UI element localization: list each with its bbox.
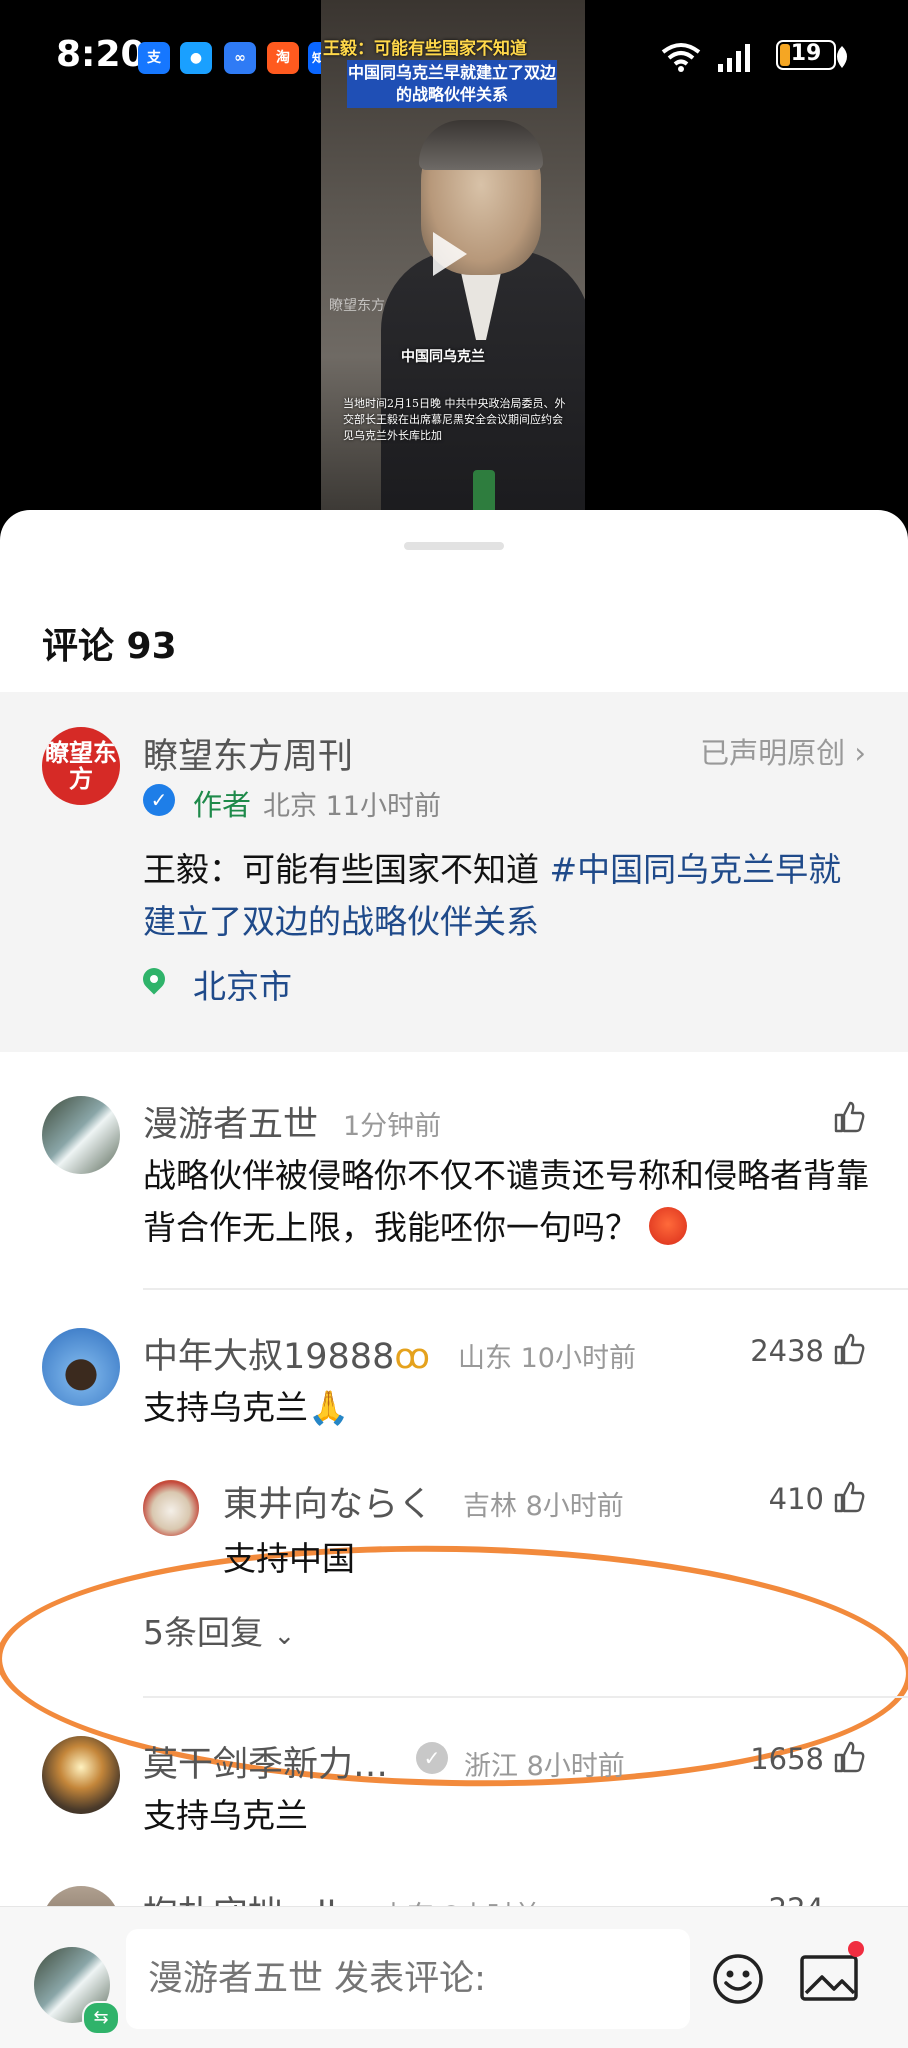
alipay-icon: 支 (138, 42, 170, 74)
avatar[interactable] (42, 1736, 120, 1814)
divider (143, 1696, 908, 1698)
comment-text: 战略伙伴被侵略你不仅不谴责还号称和侵略者背靠背合作无上限，我能呸你一句吗？ (143, 1150, 873, 1254)
original-claim-link[interactable]: 已声明原创 › (700, 730, 866, 772)
battery-level: 19 (790, 41, 822, 66)
avatar[interactable] (42, 1328, 120, 1406)
video-subtitle: 中国同乌克兰 (401, 349, 485, 365)
divider (143, 1288, 908, 1290)
video-player[interactable]: 王毅：可能有些国家不知道 中国同乌克兰早就建立了双边的战略伙伴关系 瞭望东方 中… (321, 0, 585, 510)
commenter-name[interactable]: 中年大叔19888ꝏ (143, 1328, 430, 1379)
comment-count-title: 评论 93 (42, 626, 177, 667)
like-count: 2438 (750, 1334, 824, 1368)
commenter-name[interactable]: 東井向ならく (223, 1476, 433, 1527)
post-plain-text: 王毅：可能有些国家不知道 (143, 850, 550, 889)
image-picker-icon[interactable] (800, 1953, 858, 2003)
more-replies-link[interactable]: 5条回复 ⌄ (143, 1606, 295, 1654)
like-thumb-icon[interactable] (832, 1332, 866, 1366)
play-icon[interactable] (433, 232, 467, 276)
author-name[interactable]: 瞭望东方周刊 (143, 728, 353, 779)
comment-text: 支持乌克兰🙏 (143, 1388, 350, 1427)
status-time: 8:20 (56, 34, 146, 75)
comment-input-bar: ⇆ (0, 1906, 908, 2048)
chat-icon: ● (180, 42, 212, 74)
avatar[interactable] (42, 1096, 120, 1174)
location-name: 北京市 (193, 967, 292, 1006)
like-thumb-icon[interactable] (832, 1100, 866, 1134)
comment-sheet: 评论 93 瞭望东方 瞭望东方周刊 已声明原创 › ✓ 作者 北京 11小时前 … (0, 510, 908, 2048)
chevron-right-icon: › (854, 736, 866, 770)
location-tag[interactable]: 北京市 (138, 960, 292, 1008)
cloud-icon: ∞ (224, 42, 256, 74)
speaker-hair (419, 120, 543, 170)
like-count: 1658 (750, 1742, 824, 1776)
bottle (473, 470, 495, 510)
like-thumb-icon[interactable] (832, 1480, 866, 1514)
commenter-name[interactable]: 莫干剑季新力… (143, 1736, 388, 1787)
video-caption: 当地时间2月15日晚 中共中央政治局委员、外交部长王毅在出席慕尼黑安全会议期间应… (343, 397, 566, 442)
more-replies-label: 5条回复 (143, 1613, 263, 1652)
comment-meta: 浙江 8小时前 (464, 1751, 625, 1782)
leaf-icon (837, 46, 847, 68)
comment-meta: 山东 10小时前 (458, 1343, 636, 1374)
video-watermark: 瞭望东方 (329, 298, 385, 314)
comment-meta: 1分钟前 (343, 1111, 442, 1142)
vip-badge-icon: ꝏ (394, 1337, 430, 1377)
comment-text-content: 战略伙伴被侵略你不仅不谴责还号称和侵略者背靠背合作无上限，我能呸你一句吗？ (143, 1156, 869, 1247)
like-count: 410 (768, 1482, 824, 1516)
chevron-down-icon: ⌄ (273, 1621, 296, 1651)
verified-check-icon: ✓ (143, 784, 175, 816)
taobao-icon: 淘 (267, 42, 299, 74)
wifi-icon (661, 43, 701, 72)
angry-face-icon (648, 1207, 687, 1245)
signal-icon (718, 44, 750, 72)
original-claim-label: 已声明原创 (700, 736, 846, 770)
avatar[interactable] (143, 1480, 199, 1536)
notification-dot (848, 1941, 864, 1957)
comment-meta: 吉林 8小时前 (463, 1491, 624, 1522)
author-post: 瞭望东方 瞭望东方周刊 已声明原创 › ✓ 作者 北京 11小时前 王毅：可能有… (0, 692, 908, 1052)
comment-input[interactable] (126, 1929, 690, 2029)
video-title-line2: 中国同乌克兰早就建立了双边的战略伙伴关系 (347, 60, 557, 108)
video-title-line1: 王毅：可能有些国家不知道 (323, 39, 527, 59)
author-location-time: 北京 11小时前 (263, 791, 441, 822)
commenter-name[interactable]: 漫游者五世 (143, 1096, 318, 1147)
battery-icon: 19 (776, 40, 836, 70)
publisher-logo[interactable]: 瞭望东方 (42, 727, 120, 805)
drag-handle[interactable] (404, 542, 504, 550)
location-pin-icon (138, 963, 170, 995)
like-thumb-icon[interactable] (832, 1740, 866, 1774)
switch-account-icon[interactable]: ⇆ (82, 2001, 120, 2035)
comment-text: 支持中国 (223, 1539, 355, 1578)
verified-check-icon: ✓ (416, 1742, 448, 1774)
comment-text: 支持乌克兰 (143, 1796, 308, 1835)
emoji-icon[interactable] (712, 1953, 764, 2005)
author-role: 作者 (193, 788, 252, 822)
post-text: 王毅：可能有些国家不知道 #中国同乌克兰早就建立了双边的战略伙伴关系 (143, 844, 873, 948)
commenter-name-text: 中年大叔19888 (143, 1337, 395, 1377)
